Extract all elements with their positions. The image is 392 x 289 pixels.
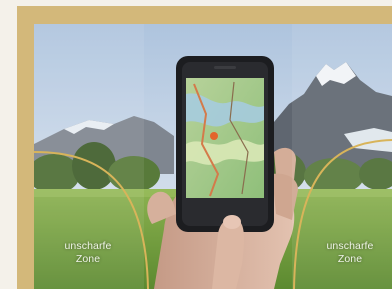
- smartphone: [176, 56, 274, 232]
- map-screen: [186, 78, 264, 198]
- left-zone-label: unscharfe Zone: [48, 240, 128, 266]
- left-zone-label-line2: Zone: [75, 253, 101, 265]
- right-zone-label-line1: unscharfe: [326, 240, 374, 252]
- right-zone-label-line2: Zone: [337, 253, 363, 265]
- right-zone-label: unscharfe Zone: [310, 240, 390, 266]
- photo: unscharfe Zone unscharfe Zone: [34, 24, 392, 289]
- left-zone-label-line1: unscharfe: [64, 240, 112, 252]
